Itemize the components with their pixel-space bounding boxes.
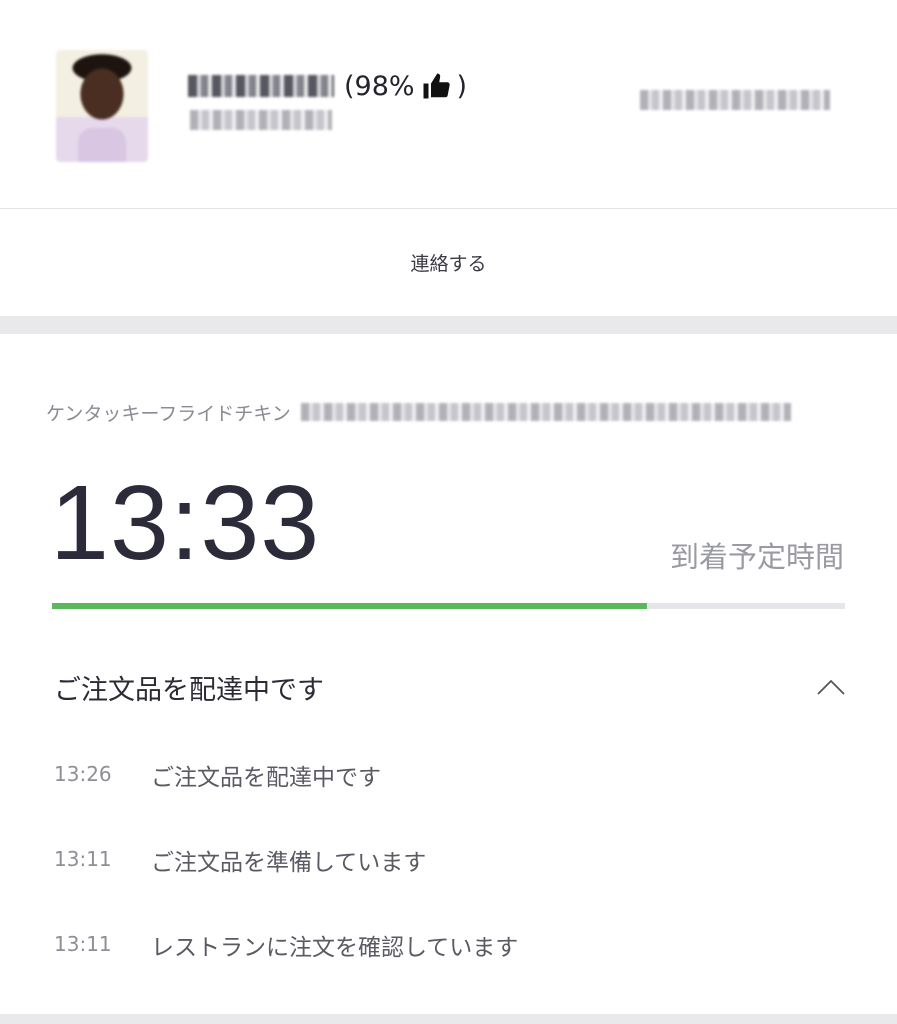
- driver-info-row: (98% ): [0, 0, 897, 209]
- driver-name-redacted: [188, 75, 334, 97]
- timeline-time: 13:26: [54, 762, 112, 786]
- timeline-item: 13:11 レストランに注文を確認しています: [0, 914, 897, 999]
- timeline-text: ご注文品を配達中です: [151, 765, 381, 791]
- restaurant-name: ケンタッキーフライドチキン: [46, 402, 291, 425]
- restaurant-branch-redacted: [300, 403, 791, 421]
- timeline-text: レストランに注文を確認しています: [151, 935, 519, 961]
- vehicle-info-redacted: [640, 90, 830, 114]
- status-title: ご注文品を配達中です: [54, 675, 324, 706]
- status-toggle[interactable]: ご注文品を配達中です: [0, 654, 897, 722]
- eta-time: 13:33: [50, 464, 321, 582]
- timeline-item: 13:11 ご注文品を準備しています: [0, 829, 897, 914]
- restaurant-row: ケンタッキーフライドチキン: [46, 396, 857, 428]
- chevron-up-icon[interactable]: [815, 672, 847, 704]
- delivery-progress-bar: [52, 603, 845, 609]
- driver-rating: (98% ): [344, 71, 467, 102]
- contact-driver-button[interactable]: 連絡する: [0, 209, 897, 316]
- driver-rating-value: (98%: [344, 70, 415, 102]
- driver-subtitle-redacted: [190, 110, 332, 134]
- eta-label: 到着予定時間: [669, 540, 844, 574]
- timeline-time: 13:11: [54, 847, 112, 871]
- delivery-tracking-screen: (98% ) 連絡する ケンタッキーフライドチキン 13:33 到着予定時間 ご…: [0, 0, 897, 1024]
- driver-card: (98% ) 連絡する: [0, 0, 897, 316]
- driver-avatar: [56, 50, 148, 162]
- timeline-text: ご注文品を準備しています: [151, 850, 427, 876]
- driver-name-row: (98% ): [188, 66, 467, 106]
- timeline-item: 13:26 ご注文品を配達中です: [0, 744, 897, 829]
- thumbs-up-icon: [423, 73, 450, 99]
- order-tracking-card: ケンタッキーフライドチキン 13:33 到着予定時間 ご注文品を配達中です 13…: [0, 334, 897, 1014]
- driver-rating-close: ): [456, 70, 468, 102]
- delivery-progress-fill: [52, 603, 647, 609]
- timeline-time: 13:11: [54, 932, 112, 956]
- status-timeline: 13:26 ご注文品を配達中です 13:11 ご注文品を準備しています 13:1…: [0, 744, 897, 999]
